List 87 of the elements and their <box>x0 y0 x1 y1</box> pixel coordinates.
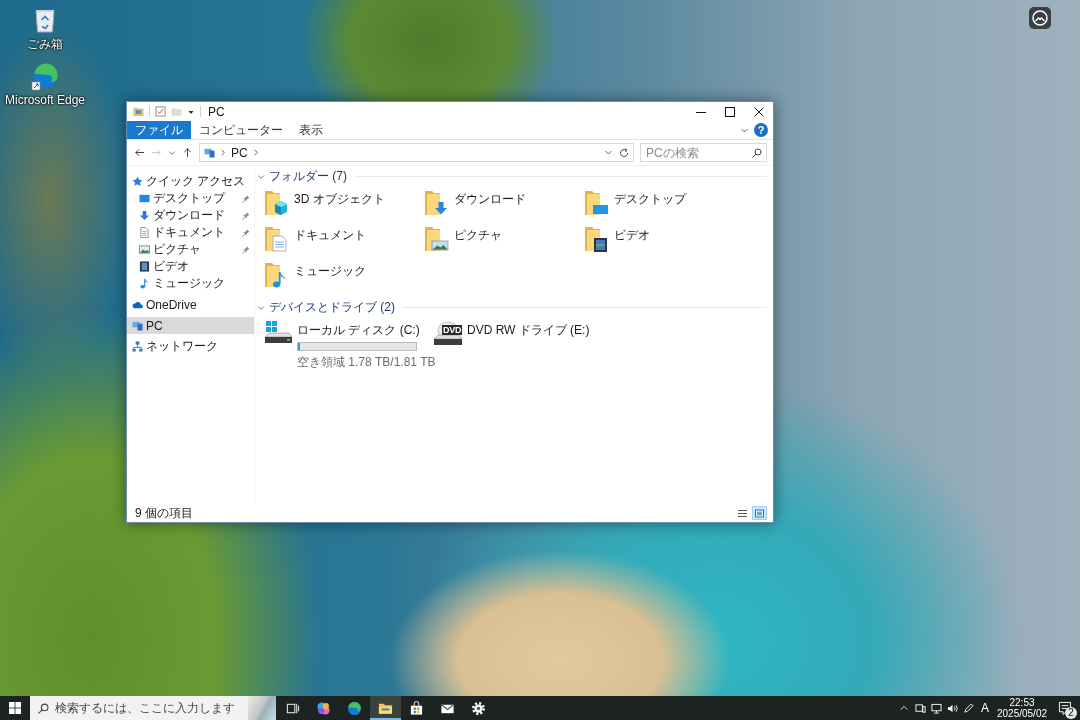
illustration-placeholder <box>248 696 276 720</box>
ribbon-tab[interactable]: コンピューター <box>191 121 291 139</box>
hard-drive-icon <box>263 320 293 346</box>
monitor-icon[interactable] <box>930 702 942 714</box>
file-menu-tab[interactable]: ファイル <box>127 121 191 139</box>
clock-date[interactable]: 2025/05/02 <box>996 708 1048 719</box>
speaker-icon[interactable] <box>946 702 958 714</box>
folder-icon[interactable] <box>133 106 144 117</box>
folder-item[interactable]: 3D オブジェクト <box>263 188 385 224</box>
folder-item[interactable]: ダウンロード <box>423 188 526 224</box>
nav-item[interactable]: ドキュメント <box>127 224 254 241</box>
back-arrow-icon[interactable] <box>134 147 145 158</box>
windows-logo-icon[interactable] <box>9 702 21 714</box>
view-button[interactable] <box>752 506 767 520</box>
film-icon <box>139 261 150 272</box>
chevron-up-icon[interactable] <box>899 703 909 713</box>
nav-item[interactable]: デスクトップ <box>127 190 254 207</box>
window-title: PC <box>208 104 225 119</box>
nav-item[interactable]: ダウンロード <box>127 207 254 224</box>
group-header[interactable]: デバイスとドライブ (2) <box>269 299 395 316</box>
help-button[interactable]: ? <box>754 123 768 137</box>
folder-arrow-icon <box>423 189 449 217</box>
nav-item[interactable]: OneDrive <box>127 296 254 313</box>
maximize-icon[interactable] <box>724 106 735 117</box>
notification-icon[interactable] <box>1058 701 1072 715</box>
address-bar[interactable]: PC <box>199 143 634 162</box>
desktop-icon-label[interactable]: Microsoft Edge <box>4 93 85 107</box>
folder-cube-icon <box>263 189 289 217</box>
folder-item[interactable]: ビデオ <box>583 224 650 260</box>
network-icon <box>132 341 143 352</box>
swirl-shortcut-icon[interactable] <box>31 63 59 91</box>
shopping-bag-icon <box>409 700 424 716</box>
nav-item[interactable]: ネットワーク <box>127 338 254 355</box>
item-count: 9 個の項目 <box>135 504 193 522</box>
device-icon[interactable] <box>914 702 926 714</box>
desktop-icon-label[interactable]: ごみ箱 <box>27 36 63 53</box>
nav-item[interactable]: ビデオ <box>127 258 254 275</box>
gradient-logo-icon <box>316 700 331 716</box>
folder-item[interactable]: ミュージック <box>263 260 366 296</box>
download-arrow-icon <box>139 210 150 221</box>
search-field[interactable]: 検索するには、ここに入力します <box>55 696 242 720</box>
rounded-square-app-icon[interactable] <box>1028 6 1052 30</box>
group-header[interactable]: フォルダー (7) <box>269 168 347 185</box>
large-icons-view-icon <box>755 508 764 518</box>
disc-logo-label: DVD <box>442 325 463 335</box>
up-arrow-icon[interactable] <box>182 147 193 158</box>
search-field[interactable]: PCの検索 <box>640 143 767 162</box>
star-icon <box>132 176 143 187</box>
clock-time[interactable]: 22:53 <box>1009 697 1035 708</box>
folder-item[interactable]: ピクチャ <box>423 224 502 260</box>
checklist-icon[interactable] <box>155 106 166 117</box>
computer-icon <box>204 147 215 158</box>
nav-item[interactable]: ピクチャ <box>127 241 254 258</box>
drive-name[interactable]: ローカル ディスク (C:) <box>297 322 436 339</box>
refresh-icon[interactable] <box>619 147 629 158</box>
input-mode-indicator[interactable]: A <box>976 701 994 715</box>
screen-icon <box>139 193 150 204</box>
chevron-right-icon[interactable] <box>251 148 260 157</box>
ribbon-tab[interactable]: 表示 <box>291 121 331 139</box>
folder-film-icon <box>583 225 609 253</box>
nav-item[interactable]: クイック アクセス <box>127 173 254 190</box>
notification-count: 2 <box>1065 707 1077 719</box>
search-icon <box>38 702 49 714</box>
breadcrumb-item[interactable]: PC <box>231 145 248 160</box>
pen-icon[interactable] <box>962 702 974 714</box>
picture-icon <box>139 244 150 255</box>
folder-item[interactable]: ドキュメント <box>263 224 366 260</box>
music-note-icon <box>139 278 150 289</box>
document-icon <box>139 227 150 238</box>
search-box[interactable]: 検索するには、ここに入力します <box>30 696 276 720</box>
cloud-icon <box>132 299 143 310</box>
computer-icon <box>132 320 143 331</box>
gear-icon <box>471 700 486 716</box>
swirl-icon <box>347 700 362 716</box>
chevron-right-icon <box>219 148 227 157</box>
folder-item[interactable]: デスクトップ <box>583 188 686 224</box>
details-view-icon <box>738 508 747 518</box>
folder-document-icon <box>263 225 289 253</box>
close-icon[interactable] <box>753 106 764 117</box>
folder-picture-icon <box>423 225 449 253</box>
drive-name[interactable]: DVD RW ドライブ (E:) <box>467 322 590 339</box>
folder-screen-icon <box>583 189 609 217</box>
nav-item[interactable]: ミュージック <box>127 275 254 292</box>
free-space-text: 空き領域 1.78 TB/1.81 TB <box>297 354 436 371</box>
search-icon[interactable] <box>752 147 762 158</box>
nav-item[interactable]: PC <box>127 317 254 334</box>
taskbar-button[interactable] <box>370 696 401 720</box>
